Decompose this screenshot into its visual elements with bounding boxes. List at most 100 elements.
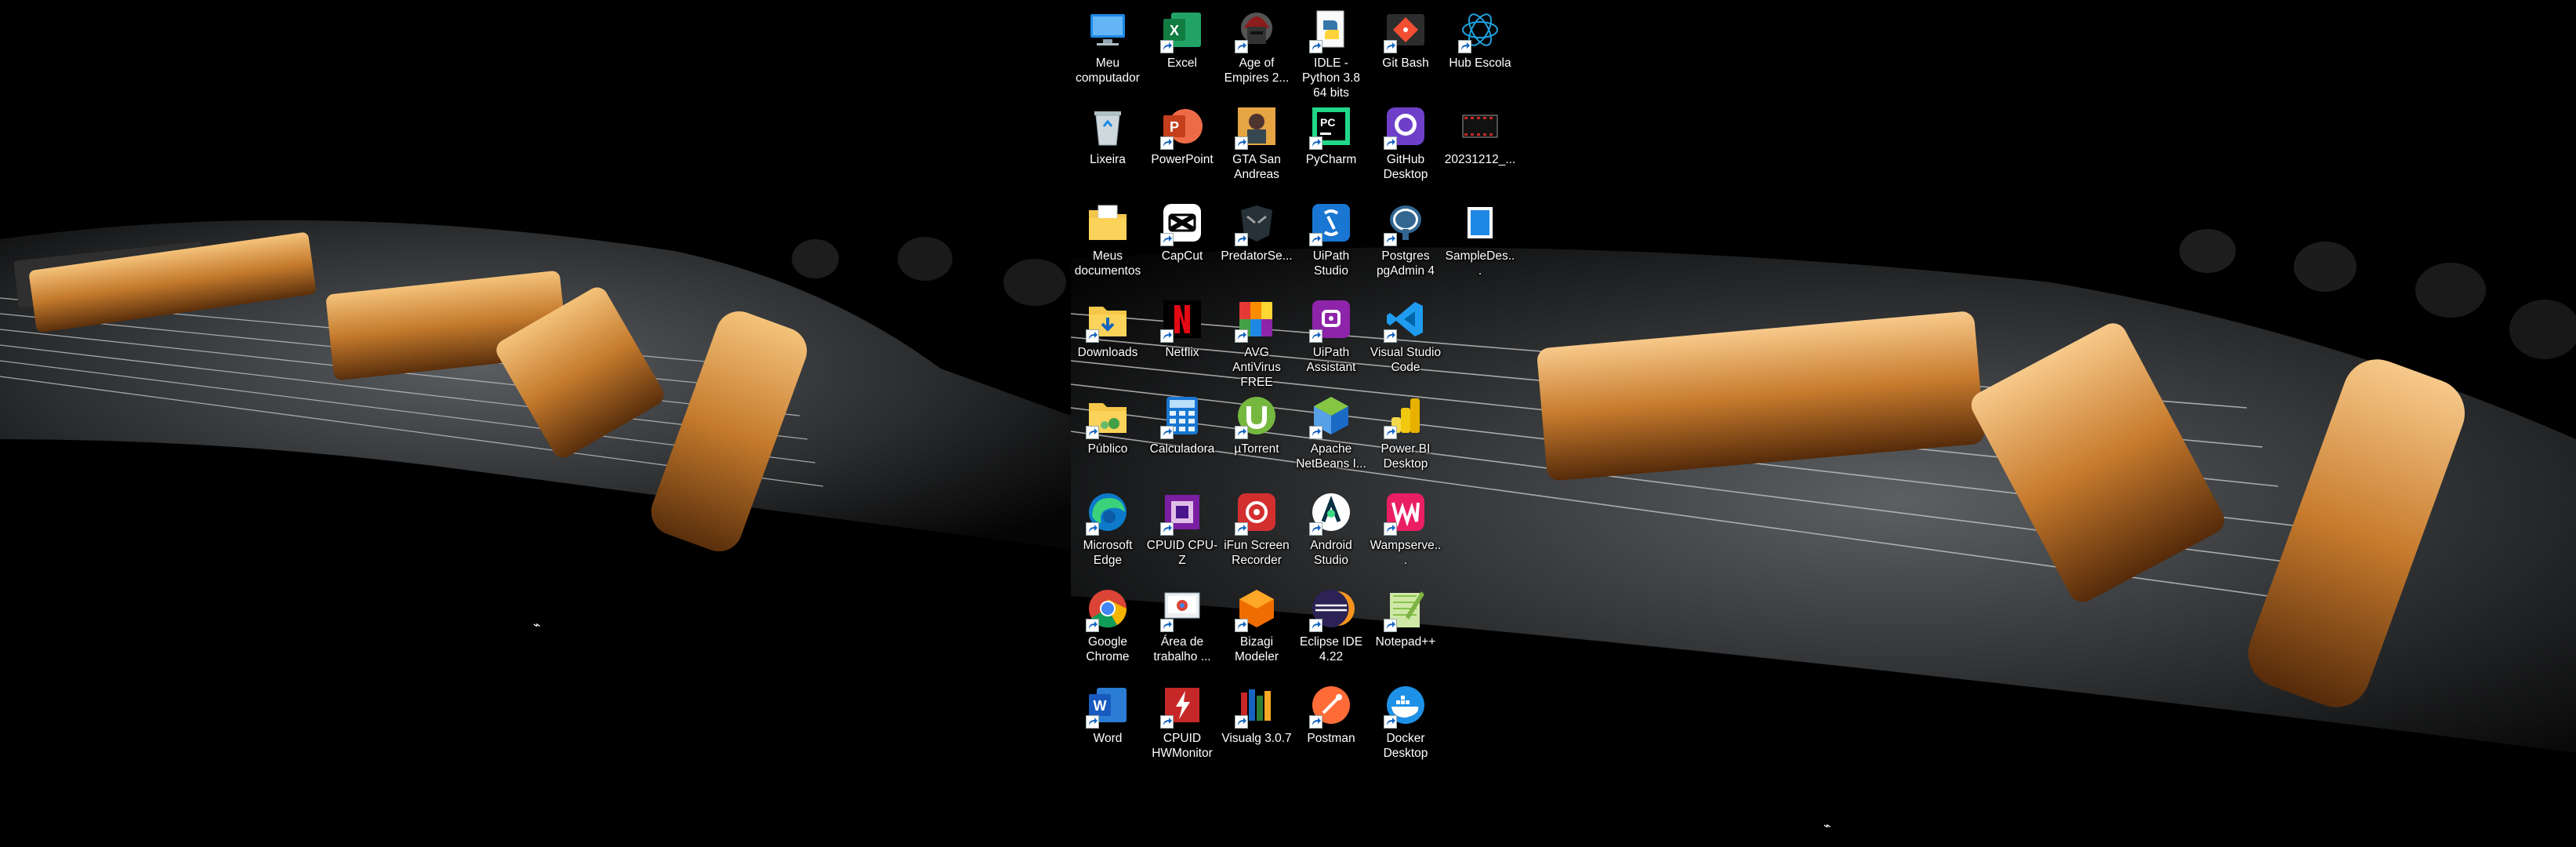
- desktop-icon-calculator[interactable]: Calculadora: [1146, 386, 1218, 456]
- docker-icon: [1382, 682, 1429, 729]
- desktop-icon-powerpoint[interactable]: P PowerPoint: [1146, 96, 1218, 167]
- gta-icon: [1233, 103, 1280, 150]
- shortcut-arrow-icon: [1235, 619, 1248, 632]
- pycharm-icon: PC: [1308, 103, 1355, 150]
- shortcut-arrow-icon: [1384, 522, 1397, 536]
- desktop-icon-label: Downloads: [1077, 346, 1138, 359]
- notepadpp-icon: [1382, 585, 1429, 632]
- shortcut-arrow-icon: [1235, 40, 1248, 53]
- desktop-icon-blue-file[interactable]: SampleDes...: [1444, 193, 1516, 278]
- desktop-icon-netbeans[interactable]: Apache NetBeans I...: [1295, 386, 1367, 471]
- shortcut-arrow-icon: [1384, 329, 1397, 343]
- shortcut-arrow-icon: [1160, 233, 1174, 246]
- desktop-icon-wampserver[interactable]: Wampserve...: [1370, 482, 1442, 568]
- shortcut-arrow-icon: [1235, 233, 1248, 246]
- desktop-icon-uipath-assistant[interactable]: UiPath Assistant: [1295, 289, 1367, 375]
- shortcut-arrow-icon: [1309, 329, 1322, 343]
- desktop-icon-bizagi[interactable]: Bizagi Modeler: [1221, 579, 1293, 664]
- excel-icon: X: [1159, 6, 1206, 53]
- shortcut-arrow-icon: [1309, 715, 1322, 729]
- desktop-icon-edge[interactable]: Microsoft Edge: [1072, 482, 1144, 568]
- desktop-icon-label: GitHub Desktop: [1383, 153, 1428, 181]
- shortcut-arrow-icon: [1235, 715, 1248, 729]
- desktop-icon-git-bash[interactable]: Git Bash: [1370, 0, 1442, 71]
- desktop-icon-docker[interactable]: Docker Desktop: [1370, 675, 1442, 761]
- age-of-empires-icon: [1233, 6, 1280, 53]
- desktop-icon-label: UiPath Assistant: [1306, 346, 1356, 374]
- android-studio-icon: [1308, 489, 1355, 536]
- desktop-icon-label: Visualg 3.0.7: [1221, 732, 1292, 745]
- shortcut-arrow-icon: [1160, 619, 1174, 632]
- desktop-icon-label: AVG AntiVirus FREE: [1232, 346, 1281, 389]
- desktop-icon-postman[interactable]: Postman: [1295, 675, 1367, 746]
- desktop-icon-label: Área de trabalho ...: [1153, 635, 1211, 663]
- shortcut-arrow-icon: [1458, 40, 1471, 53]
- desktop-icon-computer[interactable]: Meu computador: [1072, 0, 1144, 85]
- desktop-icon-label: CPUID HWMonitor: [1152, 732, 1213, 760]
- desktop-icon-gta[interactable]: GTA San Andreas: [1221, 96, 1293, 182]
- desktop-icon-avg[interactable]: AVG AntiVirus FREE: [1221, 289, 1293, 390]
- desktop-icon-python-idle[interactable]: IDLE - Python 3.8 64 bits: [1295, 0, 1367, 100]
- powerpoint-icon: P: [1159, 103, 1206, 150]
- desktop-icon-recycle-bin[interactable]: Lixeira: [1072, 96, 1144, 167]
- desktop-icon-label: Word: [1093, 732, 1123, 745]
- desktop-icon-utorrent[interactable]: µTorrent: [1221, 386, 1293, 456]
- desktop-icon-powerbi[interactable]: Power BI Desktop: [1370, 386, 1442, 471]
- shortcut-arrow-icon: [1384, 136, 1397, 150]
- desktop-icon-label: UiPath Studio: [1312, 249, 1350, 278]
- desktop-icon-label: 20231212_...: [1444, 153, 1516, 166]
- desktop-icon-label: Docker Desktop: [1383, 732, 1428, 760]
- desktop-icon-hub-escola[interactable]: Hub Escola: [1444, 0, 1516, 71]
- desktop-icon-grid: Meu computador Lixeira Meus documentos Down…: [1071, 0, 1541, 784]
- shortcut-arrow-icon: [1384, 619, 1397, 632]
- svg-text:P: P: [1170, 119, 1179, 135]
- visualg-icon: [1233, 682, 1280, 729]
- shortcut-arrow-icon: [1235, 426, 1248, 439]
- desktop-icon-label: Hub Escola: [1449, 56, 1511, 70]
- cpuz-icon: [1159, 489, 1206, 536]
- desktop-icon-ifun-recorder[interactable]: iFun Screen Recorder: [1221, 482, 1293, 568]
- desktop-icon-excel[interactable]: X Excel: [1146, 0, 1218, 71]
- desktop-icon-github-desktop[interactable]: GitHub Desktop: [1370, 96, 1442, 182]
- desktop-icon-android-studio[interactable]: Android Studio: [1295, 482, 1367, 568]
- shortcut-arrow-icon: [1384, 715, 1397, 729]
- shortcut-arrow-icon: [1309, 522, 1322, 536]
- desktop-icon-netflix[interactable]: Netflix: [1146, 289, 1218, 360]
- mouse-cursor-icon: ⌁: [533, 619, 541, 632]
- desktop-icon-label: CPUID CPU-Z: [1146, 539, 1218, 567]
- desktop-icon-hwmonitor[interactable]: CPUID HWMonitor: [1146, 675, 1218, 761]
- shortcut-arrow-icon: [1384, 233, 1397, 246]
- shortcut-arrow-icon: [1309, 619, 1322, 632]
- desktop-icon-video-file[interactable]: 20231212_...: [1444, 96, 1516, 167]
- desktop-icon-pgadmin[interactable]: Postgres pgAdmin 4: [1370, 193, 1442, 278]
- desktop-icon-folder-downloads[interactable]: Downloads: [1072, 289, 1144, 360]
- desktop-icon-folder-documents[interactable]: Meus documentos: [1072, 193, 1144, 278]
- desktop-icon-pycharm[interactable]: PC PyCharm: [1295, 96, 1367, 167]
- desktop-icon-uipath-studio[interactable]: UiPath Studio: [1295, 193, 1367, 278]
- desktop-icon-chrome[interactable]: Google Chrome: [1072, 579, 1144, 664]
- desktop-icon-word[interactable]: W Word: [1072, 675, 1144, 746]
- desktop-icon-capcut[interactable]: CapCut: [1146, 193, 1218, 264]
- desktop-icon-predator[interactable]: PredatorSe...: [1221, 193, 1293, 264]
- shortcut-arrow-icon: [1086, 426, 1099, 439]
- desktop-icon-age-of-empires[interactable]: Age of Empires 2...: [1221, 0, 1293, 85]
- desktop-icon-cpuz[interactable]: CPUID CPU-Z: [1146, 482, 1218, 568]
- desktop-icon-vscode[interactable]: Visual Studio Code: [1370, 289, 1442, 375]
- desktop-icon-remote-desktop[interactable]: Área de trabalho ...: [1146, 579, 1218, 664]
- desktop-icon-visualg[interactable]: Visualg 3.0.7: [1221, 675, 1293, 746]
- video-file-icon: [1457, 103, 1504, 150]
- desktop-icon-eclipse[interactable]: Eclipse IDE 4.22: [1295, 579, 1367, 664]
- desktop-icon-label: Git Bash: [1382, 56, 1429, 70]
- desktop-icon-notepadpp[interactable]: Notepad++: [1370, 579, 1442, 649]
- desktop-icon-label: Postgres pgAdmin 4: [1376, 249, 1435, 278]
- powerbi-icon: [1382, 392, 1429, 439]
- pgadmin-icon: [1382, 199, 1429, 246]
- shortcut-arrow-icon: [1309, 40, 1322, 53]
- desktop-icon-folder-public[interactable]: Público: [1072, 386, 1144, 456]
- bizagi-icon: [1233, 585, 1280, 632]
- desktop-icon-label: Eclipse IDE 4.22: [1299, 635, 1363, 663]
- capcut-icon: [1159, 199, 1206, 246]
- desktop-icon-label: GTA San Andreas: [1232, 153, 1281, 181]
- git-bash-icon: [1382, 6, 1429, 53]
- desktop-icon-label: PyCharm: [1305, 153, 1357, 166]
